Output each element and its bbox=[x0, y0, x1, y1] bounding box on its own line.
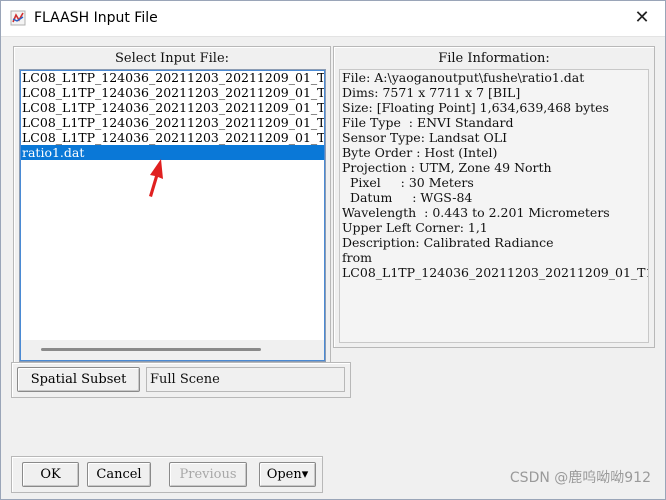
file-info-line: File: A:\yaoganoutput\fushe\ratio1.dat bbox=[342, 70, 585, 85]
scrollbar-thumb[interactable] bbox=[41, 348, 261, 351]
file-info-line: Byte Order : Host (Intel) bbox=[342, 145, 498, 160]
input-file-list[interactable]: LC08_L1TP_124036_20211203_20211209_01_T1… bbox=[19, 69, 326, 362]
file-list-item[interactable]: LC08_L1TP_124036_20211203_20211209_01_T1… bbox=[20, 70, 325, 85]
open-button-label: Open bbox=[266, 467, 302, 482]
dialog-button-bar: OK Cancel Previous Open▾ bbox=[11, 456, 323, 493]
annotation-arrow-icon bbox=[149, 159, 163, 197]
ok-button[interactable]: OK bbox=[22, 462, 79, 487]
open-button[interactable]: Open▾ bbox=[259, 462, 316, 487]
title-bar: FLAASH Input File ✕ bbox=[1, 1, 665, 37]
file-information-title: File Information: bbox=[438, 51, 550, 66]
close-icon[interactable]: ✕ bbox=[631, 7, 653, 29]
file-list-item[interactable]: LC08_L1TP_124036_20211203_20211209_01_T1… bbox=[20, 130, 325, 145]
file-info-line: File Type : ENVI Standard bbox=[342, 115, 514, 130]
file-information-panel: File Information: File: A:\yaoganoutput\… bbox=[333, 46, 655, 348]
file-information-text: File: A:\yaoganoutput\fushe\ratio1.dat Di… bbox=[339, 69, 649, 343]
file-info-line: from bbox=[342, 250, 372, 265]
dropdown-arrow-icon: ▾ bbox=[301, 467, 309, 482]
cancel-button[interactable]: Cancel bbox=[87, 462, 151, 487]
window-title: FLAASH Input File bbox=[34, 10, 158, 26]
file-info-line: Sensor Type: Landsat OLI bbox=[342, 130, 508, 145]
file-info-line: Datum : WGS-84 bbox=[342, 190, 473, 205]
file-info-line: Dims: 7571 x 7711 x 7 [BIL] bbox=[342, 85, 521, 100]
file-list-item[interactable]: LC08_L1TP_124036_20211203_20211209_01_T1… bbox=[20, 115, 325, 130]
spatial-subset-panel: Spatial Subset Full Scene bbox=[11, 362, 351, 398]
file-info-line: Upper Left Corner: 1,1 bbox=[342, 220, 488, 235]
file-info-line: Size: [Floating Point] 1,634,639,468 byt… bbox=[342, 100, 609, 115]
file-list-item[interactable]: LC08_L1TP_124036_20211203_20211209_01_T1… bbox=[20, 85, 325, 100]
watermark-text: CSDN @鹿呜呦呦912 bbox=[509, 470, 651, 486]
spatial-subset-value: Full Scene bbox=[146, 367, 345, 392]
file-info-line: Wavelength : 0.443 to 2.201 Micrometers bbox=[342, 205, 610, 220]
file-info-line: Pixel : 30 Meters bbox=[342, 175, 474, 190]
select-input-file-title: Select Input File: bbox=[114, 51, 230, 66]
flaash-input-file-dialog: FLAASH Input File ✕ Select Input File: L… bbox=[0, 0, 666, 500]
horizontal-scrollbar[interactable] bbox=[21, 340, 324, 360]
file-list-item[interactable]: ratio1.dat bbox=[20, 145, 325, 160]
file-list-item[interactable]: LC08_L1TP_124036_20211203_20211209_01_T1… bbox=[20, 100, 325, 115]
idl-app-icon bbox=[10, 10, 26, 26]
spatial-subset-button[interactable]: Spatial Subset bbox=[17, 367, 140, 392]
previous-button[interactable]: Previous bbox=[169, 462, 247, 487]
file-info-line: Projection : UTM, Zone 49 North bbox=[342, 160, 552, 175]
file-info-line: LC08_L1TP_124036_20211203_20211209_01_T1… bbox=[342, 265, 649, 280]
file-info-line: Description: Calibrated Radiance bbox=[342, 235, 554, 250]
select-input-file-panel: Select Input File: LC08_L1TP_124036_2021… bbox=[13, 46, 331, 366]
